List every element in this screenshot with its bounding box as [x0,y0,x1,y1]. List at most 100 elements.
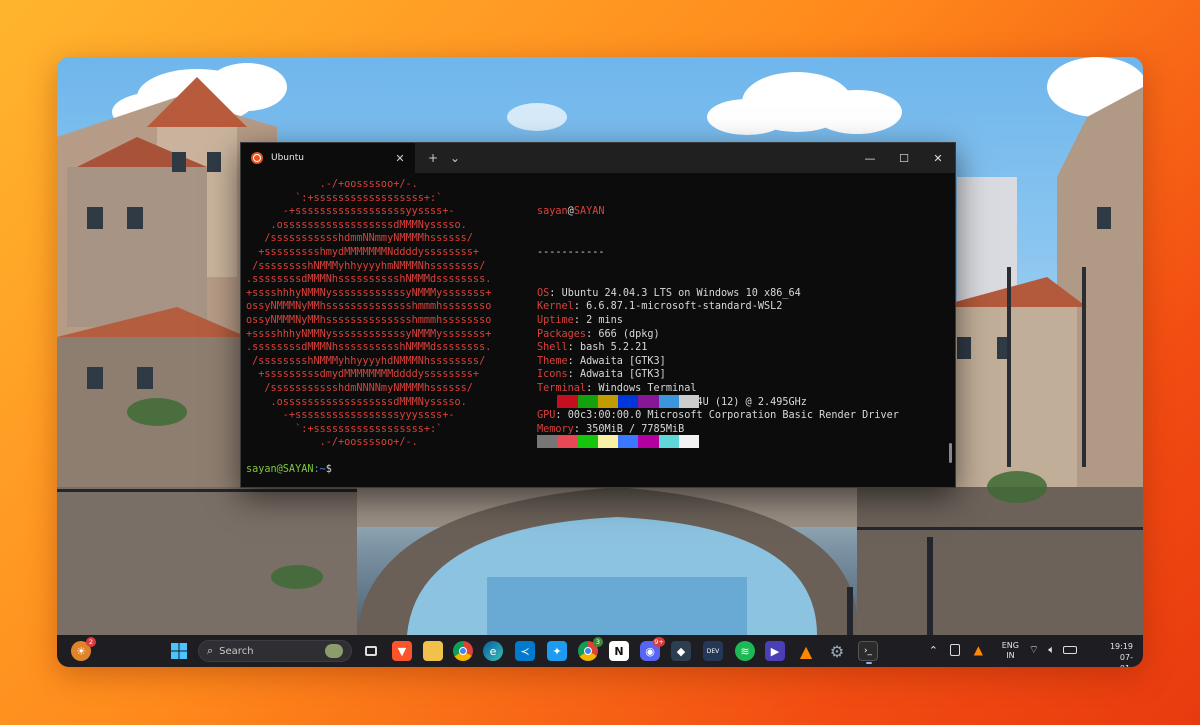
ubuntu-ascii-logo: .-/+oossssoo+/-. `:+ssssssssssssssssss+:… [246,178,491,450]
git-app-icon[interactable]: ◆ [671,641,691,661]
logo-line: `:+ssssssssssssssssss+:` [246,192,443,204]
terminal-window[interactable]: Ubuntu ✕ + ⌄ — ☐ ✕ .-/+oossssoo+/-. `:+s… [240,142,956,488]
terminal-scrollbar[interactable] [949,443,952,463]
tray-app-icon[interactable] [950,644,960,656]
color-swatch [618,435,639,449]
tab-label: Ubuntu [271,153,304,163]
twitter-icon[interactable]: ✦ [547,641,567,661]
logo-line: /sssssssshNMMMyhhyyyyhdNMMMNhssssssss/ [246,355,486,367]
info-row: Theme: Adwaita [GTK3] [537,355,899,369]
volume-icon[interactable]: 🔈︎ [1048,643,1055,657]
info-value: 2 mins [586,314,623,326]
info-key: Uptime [537,314,574,326]
color-palette [537,368,700,476]
vlc-icon[interactable]: ▲ [796,641,816,661]
info-colon: : [573,301,587,313]
color-swatch [638,435,659,449]
discord-icon[interactable]: ◉ 9+ [640,637,665,661]
logo-line: .ossssssssssssssssssdMMMNysssso. [246,396,467,408]
tray-overflow-chevron-icon[interactable]: ⌃ [929,644,938,657]
vscode-icon[interactable]: ≺ [515,641,535,661]
weather-badge: 2 [86,637,96,647]
language-indicator[interactable]: ENG IN [1002,641,1019,661]
info-value: 6.6.87.1-microsoft-standard-WSL2 [586,301,783,313]
language-code: ENG [1001,641,1019,650]
minimize-button[interactable]: — [853,143,887,173]
clock-time: 19:19 [1109,642,1133,651]
weather-widget-icon[interactable]: ☀ 2 [71,637,96,661]
color-swatch [679,435,700,449]
logo-line: /ssssssssssshdmmNNmmyNMMMMhssssss/ [246,233,473,245]
color-swatch [658,395,680,409]
taskbar: ☀ 2 ⌕ Search ▼ e ≺ ✦ 3 N ◉ 9+ ◆ DEV ≋ ▶ ▲ … [57,635,1143,667]
taskbar-search[interactable]: ⌕ Search [198,640,352,662]
info-row: OS: Ubuntu 24.04.3 LTS on Windows 10 x86… [537,287,899,301]
desktop-screen: Ubuntu ✕ + ⌄ — ☐ ✕ .-/+oossssoo+/-. `:+s… [57,57,1143,667]
close-button[interactable]: ✕ [921,143,955,173]
spotify-icon[interactable]: ≋ [735,641,755,661]
logo-line: +sssshhhyNMMNyssssssssssssyNMMMysssssss+ [246,328,492,340]
logo-line: .ssssssssdMMMNhsssssssssshNMMMdssssssss. [246,342,492,354]
media-player-icon[interactable]: ▶ [765,641,785,661]
tab-close-icon[interactable]: ✕ [393,152,407,165]
prompt-user: sayan@SAYAN [246,464,314,475]
tab-dropdown-button[interactable]: ⌄ [444,151,466,165]
username: sayan [537,206,568,218]
info-key: Theme [537,355,568,367]
dev-app-icon[interactable]: DEV [703,641,723,661]
clock[interactable]: 19:19 07-01-2026 [1110,641,1133,667]
logo-line: `:+ssssssssssssssssss+:` [246,423,443,435]
search-placeholder: Search [219,645,254,657]
brave-browser-icon[interactable]: ▼ [392,641,412,661]
shell-prompt[interactable]: sayan@SAYAN:~$ [246,463,332,477]
prompt-symbol: $ [325,464,332,475]
color-swatch [577,395,598,409]
logo-line: +sssssssssdmydMMMMMMMMddddyssssssss+ [246,369,480,381]
region-code: IN [1006,651,1015,660]
desktop-wallpaper: Ubuntu ✕ + ⌄ — ☐ ✕ .-/+oossssoo+/-. `:+s… [57,57,1143,635]
tab-ubuntu[interactable]: Ubuntu ✕ [241,143,416,173]
info-colon: : [586,328,599,340]
terminal-taskbar-icon[interactable]: ›_ [858,641,878,664]
chrome-badge: 3 [593,637,603,647]
user-host-line: sayan@SAYAN [537,205,899,219]
logo-line: ossyNMMMNyMMhsssssssssssssshmmmhssssssso [246,301,492,313]
info-key: Packages [537,328,587,340]
logo-line: +ssssssssshmydMMMMMMMNddddyssssssss+ [246,246,480,258]
terminal-titlebar[interactable]: Ubuntu ✕ + ⌄ — ☐ ✕ [241,143,955,173]
ubuntu-icon [251,152,263,164]
terminal-output[interactable]: .-/+oossssoo+/-. `:+ssssssssssssssssss+:… [241,173,955,489]
vlc-tray-icon[interactable]: ▲ [974,643,983,657]
chrome-profile-icon[interactable]: 3 [578,637,603,661]
maximize-button[interactable]: ☐ [887,143,921,173]
battery-icon[interactable] [1063,646,1077,654]
color-swatch [618,395,639,409]
task-view-icon[interactable] [361,641,381,661]
chrome-icon[interactable] [453,641,473,661]
active-indicator [866,662,872,664]
info-value: bash 5.2.21 [579,342,648,354]
start-windows-icon[interactable] [169,641,189,661]
edge-icon[interactable]: e [483,641,503,661]
new-tab-button[interactable]: + [422,151,444,165]
logo-line: .ssssssssdMMMNhsssssssssshNMMMdssssssss. [246,274,492,286]
logo-line: +sssshhhyNMMNyssssssssssssyNMMMysssssss+ [246,287,492,299]
clock-date: 07-01-2026 [1119,653,1133,667]
color-swatch [679,395,700,409]
notion-icon[interactable]: N [609,641,629,661]
info-value: 666 (dpkg) [598,328,660,340]
info-colon: : [567,342,580,354]
wifi-icon[interactable]: ⌔ [1029,643,1039,657]
palette-row-1 [537,395,700,409]
info-colon: : [567,355,580,367]
logo-line: -+sssssssssssssssssyyyssss+- [246,410,455,422]
color-swatch [658,435,680,449]
logo-line: -+ssssssssssssssssssyyssss+- [246,206,455,218]
settings-gear-icon[interactable]: ⚙ [827,641,847,661]
info-colon: : [549,287,562,299]
info-key: Kernel [537,301,574,313]
color-swatch [577,435,598,449]
search-icon: ⌕ [207,644,214,657]
color-swatch [597,435,619,449]
file-explorer-icon[interactable] [423,641,443,661]
